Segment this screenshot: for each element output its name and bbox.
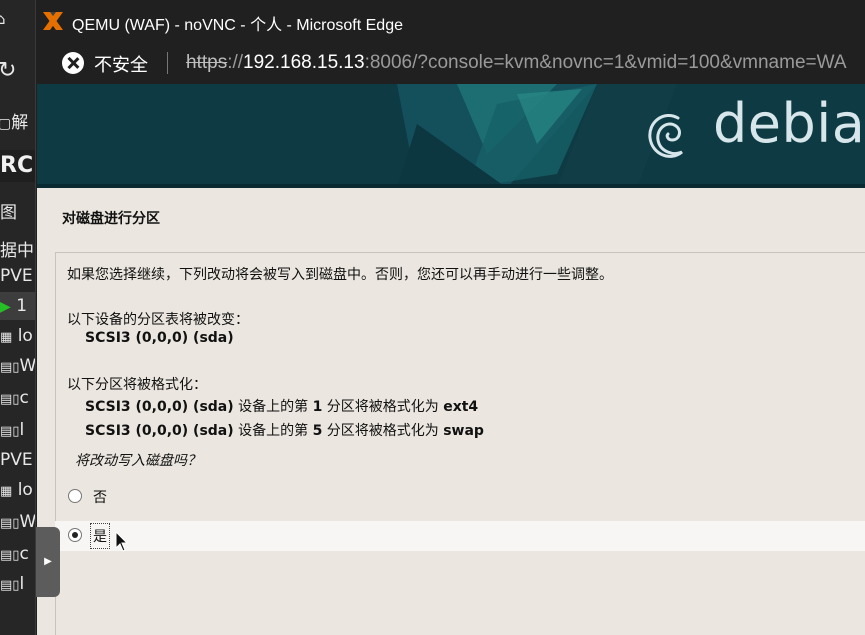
edge-window: QEMU (WAF) - noVNC - 个人 - Microsoft Edge… [35, 0, 865, 635]
refresh-icon[interactable]: ↻ [0, 58, 16, 83]
debian-swirl-icon [648, 114, 683, 158]
background-row[interactable]: ▶ 1 [0, 296, 27, 316]
write-question: 将改动写入磁盘吗？ [75, 453, 201, 469]
insecure-warning-icon[interactable] [62, 52, 84, 74]
vnc-console[interactable]: debian 对磁盘进行分区 如果您选择继续，下列改动将会被写入到磁盘中。否则，… [37, 84, 865, 635]
format-item: SCSI3 (0,0,0) (sda) 设备上的第 1 分区将被格式化为 ext… [85, 399, 479, 415]
option-yes[interactable]: 是 [55, 521, 865, 551]
url-path: :8006/?console=kvm&novnc=1&vmid=100&vmna… [364, 52, 847, 73]
step-title: 对磁盘进行分区 [62, 211, 160, 227]
novnc-sidebar-handle[interactable]: ▶ [36, 527, 60, 597]
format-item: SCSI3 (0,0,0) (sda) 设备上的第 5 分区将被格式化为 swa… [85, 423, 484, 439]
option-no-label[interactable]: 否 [93, 487, 107, 507]
background-row[interactable]: PVE [0, 266, 33, 286]
address-divider [167, 52, 168, 74]
running-icon: ▶ [0, 299, 11, 315]
intro-text: 如果您选择继续，下列改动将会被写入到磁盘中。否则，您还可以再手动进行一些调整。 [67, 267, 613, 283]
window-title: QEMU (WAF) - noVNC - 个人 - Microsoft Edge [72, 17, 404, 34]
url-text[interactable]: https://192.168.15.13:8006/?console=kvm&… [186, 52, 847, 74]
background-row[interactable]: ▤▯c [0, 544, 29, 564]
radio-no[interactable] [68, 489, 82, 503]
debian-wordmark: debian [713, 92, 865, 155]
option-yes-label[interactable]: 是 [90, 523, 110, 549]
background-row[interactable]: ▤▯W [0, 512, 36, 532]
banner-border [37, 184, 865, 188]
background-row: ▢解 [0, 113, 29, 133]
background-row[interactable]: ▤▯l [0, 420, 24, 440]
partition-table-heading: 以下设备的分区表将被改变： [67, 312, 249, 328]
option-no[interactable]: 否 [55, 482, 865, 512]
mouse-cursor-icon [115, 531, 129, 552]
background-row[interactable]: ▤▯l [0, 574, 24, 594]
partition-table-device: SCSI3 (0,0,0) (sda) [85, 330, 234, 346]
title-bar: QEMU (WAF) - noVNC - 个人 - Microsoft Edge [36, 0, 865, 42]
format-heading: 以下分区将被格式化： [67, 377, 207, 393]
background-app: ⌂ ↻ ▢解 RC 图 据中 PVE ▶ 1 ▦ lo ▤▯W ▤▯c ▤▯l … [0, 0, 40, 635]
background-row[interactable]: ▤▯W [0, 356, 36, 376]
background-row[interactable]: 图 [0, 198, 17, 223]
background-icon: ⌂ [0, 10, 6, 28]
radio-yes[interactable] [68, 528, 82, 542]
url-separator: :// [227, 52, 244, 73]
debian-banner: debian [37, 84, 865, 188]
background-brand: RC [0, 150, 40, 182]
proxmox-x-icon [43, 12, 63, 30]
url-host: 192.168.15.13 [243, 52, 365, 73]
background-row[interactable]: PVE [0, 450, 33, 470]
background-row[interactable]: 据中 [0, 236, 34, 261]
security-label[interactable]: 不安全 [94, 51, 148, 77]
background-row[interactable]: ▦ lo [0, 326, 33, 346]
background-row[interactable]: ▤▯c [0, 388, 29, 408]
url-scheme: https [186, 52, 228, 73]
background-row[interactable]: ▦ lo [0, 480, 33, 500]
